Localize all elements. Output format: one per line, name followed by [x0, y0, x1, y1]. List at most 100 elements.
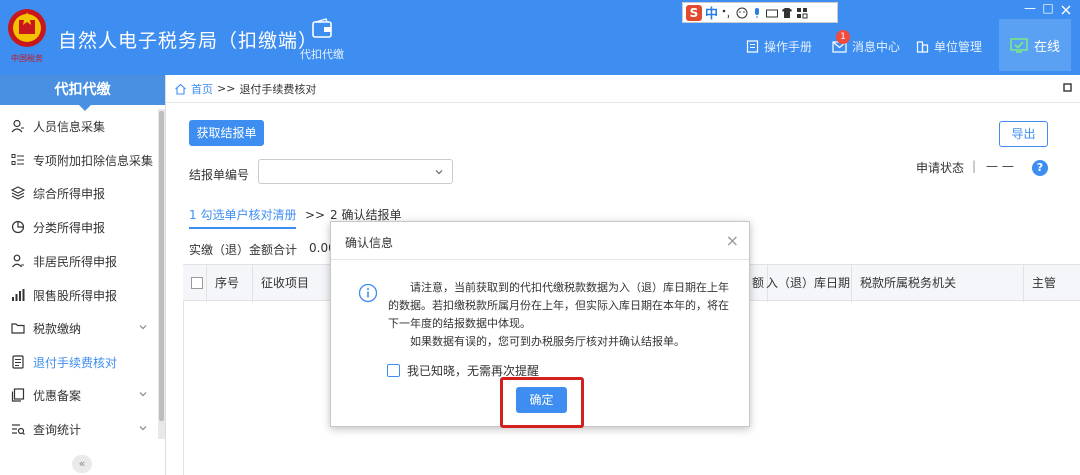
folder-icon — [11, 323, 25, 334]
nav-agent-label: 代扣代缴 — [300, 48, 344, 61]
dialog-message-line-2: 如果数据有误的，您可到办税服务厅核对并确认结报单。 — [410, 335, 685, 348]
online-status-button[interactable]: 在线 — [999, 19, 1071, 71]
sidebar-item-special-deduction[interactable]: 专项附加扣除信息采集 — [0, 145, 158, 175]
sidebar-item-nonresident[interactable]: 非居民所得申报 — [0, 246, 158, 276]
unit-manage-label: 单位管理 — [934, 40, 983, 54]
sidebar-item-label: 查询统计 — [33, 422, 82, 437]
bar-icon — [12, 289, 25, 301]
doc-icon — [12, 355, 24, 369]
sidebar-title: 代扣代缴 — [0, 75, 165, 111]
ime-mode-label[interactable]: 中 — [705, 3, 718, 22]
status-label: 申请状态 — [916, 161, 965, 175]
column-supervisor: 主管 — [1032, 276, 1057, 290]
manual-label: 操作手册 — [764, 40, 813, 54]
table-border — [183, 301, 184, 475]
dialog-message: 请注意，当前获取到的代扣代缴税款数据为入（退）库日期在上年的数据。若扣缴税款所属… — [388, 279, 738, 351]
emoji-icon[interactable] — [736, 7, 748, 19]
user-icon — [11, 119, 24, 133]
dont-remind-checkbox[interactable] — [387, 364, 400, 377]
wallet-icon — [312, 18, 332, 38]
app-title: 自然人电子税务局（扣缴端） — [58, 30, 319, 52]
nav-agent-withholding[interactable]: 代扣代缴 — [296, 18, 348, 62]
select-all-checkbox[interactable] — [191, 277, 203, 289]
breadcrumb-home-link[interactable]: 首页 — [191, 81, 213, 97]
sidebar-scrollbar-thumb[interactable] — [159, 111, 164, 421]
status-separator: | — [972, 159, 977, 173]
pie-icon — [11, 220, 25, 234]
app-header: 中国税务 自然人电子税务局（扣缴端） 代扣代缴 操作手册 消息中心 1 单位管理… — [0, 0, 1080, 75]
layers-icon — [11, 186, 25, 200]
tax-emblem-logo: 中国税务 — [8, 9, 46, 63]
report-number-label: 结报单编号 — [189, 168, 250, 182]
dialog-message-line-1: 请注意，当前获取到的代扣代缴税款数据为入（退）库日期在上年的数据。若扣缴税款所属… — [388, 281, 729, 330]
copy-icon — [11, 388, 25, 402]
dialog-header: 确认信息 × — [331, 222, 749, 260]
unit-manage-link[interactable]: 单位管理 — [916, 38, 982, 55]
status-value: — — — [986, 159, 1014, 173]
breadcrumb-current: 退付手续费核对 — [239, 82, 317, 96]
sidebar-item-query-stats[interactable]: 查询统计 — [0, 414, 158, 444]
message-badge: 1 — [836, 30, 850, 44]
collapse-sidebar-button[interactable]: « — [72, 455, 92, 473]
info-icon — [358, 283, 378, 303]
dialog-title: 确认信息 — [345, 236, 394, 250]
export-button[interactable]: 导出 — [999, 121, 1048, 147]
select-all-cell — [183, 265, 207, 302]
online-label: 在线 — [1033, 39, 1060, 55]
close-window-icon[interactable] — [1058, 4, 1074, 16]
sidebar-item-label: 人员信息采集 — [33, 119, 106, 134]
manual-link[interactable]: 操作手册 — [746, 38, 812, 55]
chevron-down-icon — [435, 170, 443, 175]
breadcrumb: 首页 >> 退付手续费核对 — [166, 75, 1080, 103]
column-collection-item: 征收项目 — [253, 265, 333, 302]
building-icon — [916, 41, 929, 53]
summary-label: 实缴（退）金额合计 — [189, 243, 298, 257]
sidebar-item-label: 退付手续费核对 — [33, 355, 118, 370]
sidebar-item-classified-income[interactable]: 分类所得申报 — [0, 212, 158, 242]
sidebar-item-tax-payment[interactable]: 税款缴纳 — [0, 313, 158, 343]
punctuation-icon[interactable] — [721, 7, 733, 19]
sidebar-item-preferential-filing[interactable]: 优惠备案 — [0, 380, 158, 410]
sidebar-item-label: 专项附加扣除信息采集 — [33, 153, 154, 168]
sidebar-item-label: 非居民所得申报 — [33, 254, 118, 269]
breadcrumb-separator: >> — [217, 82, 236, 95]
mic-icon[interactable] — [751, 7, 763, 19]
maximize-button[interactable]: □ — [1040, 1, 1056, 15]
sidebar-item-fee-refund-check[interactable]: 退付手续费核对 — [0, 347, 158, 377]
chevron-down-icon — [139, 392, 147, 397]
message-center-label: 消息中心 — [852, 40, 901, 54]
manual-icon — [746, 40, 759, 53]
close-tab-icon[interactable] — [1063, 83, 1072, 92]
column-index: 序号 — [207, 265, 253, 302]
sidebar-item-personnel[interactable]: 人员信息采集 — [0, 111, 158, 141]
sidebar-item-comprehensive-income[interactable]: 综合所得申报 — [0, 178, 158, 208]
person-icon — [12, 254, 24, 268]
skin-icon[interactable] — [781, 7, 793, 19]
sidebar: 代扣代缴 人员信息采集 专项附加扣除信息采集 综合所得申报 分类所得申报 非居民… — [0, 75, 166, 475]
sidebar-item-label: 优惠备案 — [33, 388, 82, 403]
list-icon — [11, 154, 24, 165]
ok-button[interactable]: 确定 — [516, 387, 567, 413]
sidebar-item-label: 税款缴纳 — [33, 321, 82, 336]
sidebar-item-label: 限售股所得申报 — [33, 288, 118, 303]
column-tax-authority: 税款所属税务机关 — [852, 265, 1024, 302]
chevron-down-icon — [139, 426, 147, 431]
step-select-list[interactable]: 1 勾选单户核对清册 — [189, 206, 297, 229]
report-number-select[interactable] — [258, 159, 453, 184]
fetch-report-button[interactable]: 获取结报单 — [189, 120, 264, 146]
sidebar-item-label: 综合所得申报 — [33, 186, 106, 201]
sidebar-item-restricted-stock[interactable]: 限售股所得申报 — [0, 280, 158, 310]
confirm-dialog: 确认信息 × 请注意，当前获取到的代扣代缴税款数据为入（退）库日期在上年的数据。… — [330, 221, 750, 428]
step-separator: >> — [305, 208, 326, 222]
chevron-down-icon — [139, 325, 147, 330]
sidebar-item-label: 分类所得申报 — [33, 220, 106, 235]
ime-toolbar[interactable]: S 中 — [682, 2, 838, 23]
dialog-close-button[interactable]: × — [726, 231, 739, 250]
minimize-button[interactable]: — — [1022, 1, 1038, 15]
monitor-check-icon — [1010, 37, 1028, 53]
svg-text:中国税务: 中国税务 — [11, 53, 43, 63]
toolbox-icon[interactable] — [796, 7, 808, 19]
help-icon[interactable]: ? — [1032, 160, 1048, 176]
home-icon[interactable] — [174, 83, 187, 95]
keyboard-icon[interactable] — [766, 7, 779, 19]
